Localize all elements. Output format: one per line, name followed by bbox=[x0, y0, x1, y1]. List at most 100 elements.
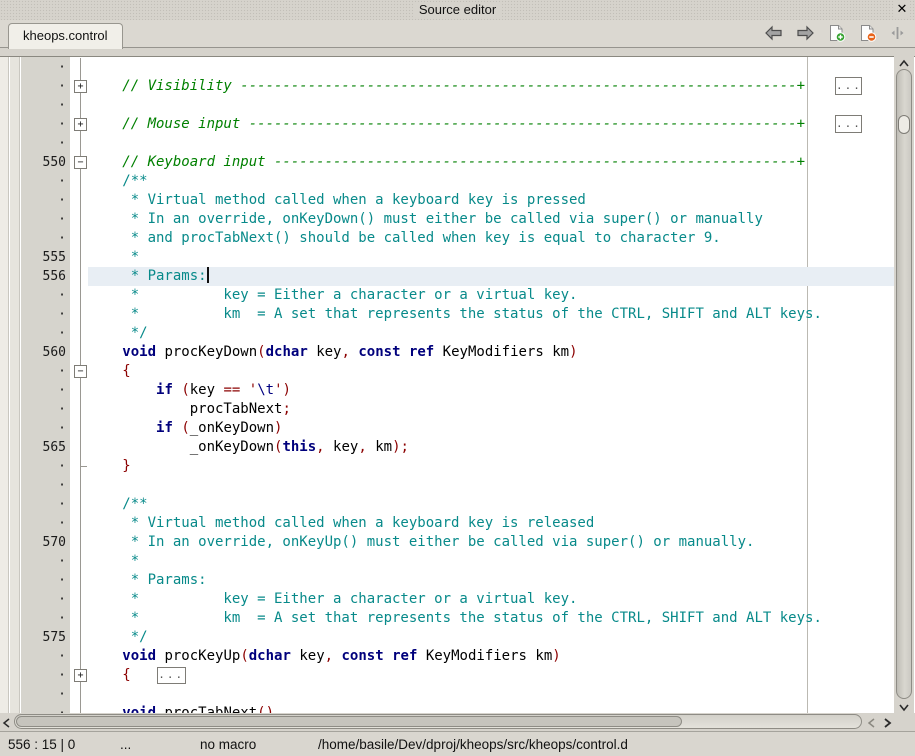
code-text[interactable]: */ bbox=[88, 324, 894, 343]
code-line[interactable]: · * key = Either a character or a virtua… bbox=[0, 286, 894, 305]
code-text[interactable]: procTabNext; bbox=[88, 400, 894, 419]
code-text[interactable]: /** bbox=[88, 495, 894, 514]
code-text[interactable] bbox=[88, 96, 894, 115]
code-text[interactable]: * Params: bbox=[88, 571, 894, 590]
code-line[interactable]: · */ bbox=[0, 324, 894, 343]
code-text[interactable]: * In an override, onKeyUp() must either … bbox=[88, 533, 894, 552]
vertical-scrollbar-thumb[interactable] bbox=[898, 115, 910, 134]
code-text[interactable]: _onKeyDown(this, key, km); bbox=[88, 438, 894, 457]
fold-marker[interactable]: + bbox=[74, 669, 87, 682]
collapsed-fold-box[interactable]: ... bbox=[835, 77, 862, 95]
code-line[interactable]: 575 */ bbox=[0, 628, 894, 647]
line-number: · bbox=[0, 457, 70, 476]
code-line[interactable]: · * Virtual method called when a keyboar… bbox=[0, 191, 894, 210]
code-text[interactable]: if (_onKeyDown) bbox=[88, 419, 894, 438]
code-text[interactable]: // Visibility --------------------------… bbox=[88, 77, 894, 96]
code-text[interactable]: /** bbox=[88, 172, 894, 191]
next-arrow-icon[interactable] bbox=[796, 25, 815, 46]
code-text[interactable]: * key = Either a character or a virtual … bbox=[88, 590, 894, 609]
code-line[interactable]: · void procKeyUp(dchar key, const ref Ke… bbox=[0, 647, 894, 666]
scroll-right-icon[interactable] bbox=[881, 716, 893, 728]
code-line[interactable]: · * key = Either a character or a virtua… bbox=[0, 590, 894, 609]
code-line[interactable]: · if (_onKeyDown) bbox=[0, 419, 894, 438]
code-text[interactable] bbox=[88, 476, 894, 495]
code-line[interactable]: · * km = A set that represents the statu… bbox=[0, 305, 894, 324]
code-line[interactable]: ·+ // Visibility -----------------------… bbox=[0, 77, 894, 96]
code-line[interactable]: · void procTabNext() bbox=[0, 704, 894, 713]
code-text[interactable]: * and procTabNext() should be called whe… bbox=[88, 229, 894, 248]
code-text[interactable]: void procKeyUp(dchar key, const ref KeyM… bbox=[88, 647, 894, 666]
code-text[interactable]: void procKeyDown(dchar key, const ref Ke… bbox=[88, 343, 894, 362]
code-line[interactable]: · procTabNext; bbox=[0, 400, 894, 419]
code-line[interactable]: · if (key == '\t') bbox=[0, 381, 894, 400]
collapsed-fold-box[interactable]: ... bbox=[835, 115, 862, 133]
code-text[interactable]: } bbox=[88, 457, 894, 476]
code-line[interactable]: · bbox=[0, 476, 894, 495]
fold-marker[interactable]: + bbox=[74, 80, 87, 93]
line-number: · bbox=[0, 381, 70, 400]
code-text[interactable] bbox=[88, 58, 894, 77]
vertical-scrollbar[interactable] bbox=[894, 56, 914, 713]
code-editor[interactable]: ··+ // Visibility ----------------------… bbox=[0, 56, 915, 713]
code-text[interactable] bbox=[88, 134, 894, 153]
code-line[interactable]: · * Virtual method called when a keyboar… bbox=[0, 514, 894, 533]
scroll-up-icon[interactable] bbox=[897, 57, 911, 69]
code-line[interactable]: 565 _onKeyDown(this, key, km); bbox=[0, 438, 894, 457]
vertical-scrollbar-track[interactable] bbox=[896, 69, 912, 699]
code-text[interactable] bbox=[88, 685, 894, 704]
code-line[interactable]: · bbox=[0, 58, 894, 77]
horizontal-scrollbar[interactable] bbox=[0, 713, 915, 731]
code-text[interactable]: * km = A set that represents the status … bbox=[88, 305, 894, 324]
code-text[interactable]: */ bbox=[88, 628, 894, 647]
code-text[interactable]: * In an override, onKeyDown() must eithe… bbox=[88, 210, 894, 229]
split-view-icon[interactable] bbox=[890, 25, 905, 46]
code-line[interactable]: 556 * Params: bbox=[0, 267, 894, 286]
code-line[interactable]: 570 * In an override, onKeyUp() must eit… bbox=[0, 533, 894, 552]
code-rows: ··+ // Visibility ----------------------… bbox=[0, 58, 894, 713]
code-text[interactable]: {... bbox=[88, 666, 894, 685]
code-text[interactable]: { bbox=[88, 362, 894, 381]
scroll-down-icon[interactable] bbox=[897, 700, 911, 712]
code-line[interactable]: 560 void procKeyDown(dchar key, const re… bbox=[0, 343, 894, 362]
code-line[interactable]: · * Params: bbox=[0, 571, 894, 590]
code-line[interactable]: · bbox=[0, 96, 894, 115]
code-text[interactable]: void procTabNext() bbox=[88, 704, 894, 713]
code-line[interactable]: · * km = A set that represents the statu… bbox=[0, 609, 894, 628]
code-line[interactable]: ·− { bbox=[0, 362, 894, 381]
horizontal-scrollbar-track[interactable] bbox=[14, 714, 862, 729]
collapsed-fold-box[interactable]: ... bbox=[157, 667, 186, 684]
code-line[interactable]: ·+ {... bbox=[0, 666, 894, 685]
code-text[interactable]: if (key == '\t') bbox=[88, 381, 894, 400]
fold-marker[interactable]: − bbox=[74, 156, 87, 169]
current-code-text[interactable]: * Params: bbox=[88, 267, 894, 286]
code-line[interactable]: · } bbox=[0, 457, 894, 476]
code-line[interactable]: 550− // Keyboard input -----------------… bbox=[0, 153, 894, 172]
code-line[interactable]: · bbox=[0, 685, 894, 704]
fold-marker[interactable]: + bbox=[74, 118, 87, 131]
close-icon[interactable]: ✕ bbox=[894, 1, 910, 17]
code-line[interactable]: · /** bbox=[0, 172, 894, 191]
horizontal-scrollbar-thumb[interactable] bbox=[16, 716, 682, 727]
code-line[interactable]: · * and procTabNext() should be called w… bbox=[0, 229, 894, 248]
code-text[interactable]: * bbox=[88, 552, 894, 571]
code-line[interactable]: 555 * bbox=[0, 248, 894, 267]
code-line[interactable]: · * In an override, onKeyDown() must eit… bbox=[0, 210, 894, 229]
fold-marker[interactable]: − bbox=[74, 365, 87, 378]
code-text[interactable]: * Virtual method called when a keyboard … bbox=[88, 514, 894, 533]
code-text[interactable]: * key = Either a character or a virtual … bbox=[88, 286, 894, 305]
new-document-icon[interactable] bbox=[828, 24, 846, 47]
code-text[interactable]: * Virtual method called when a keyboard … bbox=[88, 191, 894, 210]
code-text[interactable]: // Mouse input -------------------------… bbox=[88, 115, 894, 134]
scroll-left2-icon[interactable] bbox=[866, 716, 878, 728]
code-line[interactable]: · bbox=[0, 134, 894, 153]
code-line[interactable]: · * bbox=[0, 552, 894, 571]
close-document-icon[interactable] bbox=[859, 24, 877, 47]
previous-arrow-icon[interactable] bbox=[764, 25, 783, 46]
scroll-left-icon[interactable] bbox=[1, 716, 13, 728]
tab-kheops-control[interactable]: kheops.control bbox=[8, 23, 123, 49]
code-line[interactable]: ·+ // Mouse input ----------------------… bbox=[0, 115, 894, 134]
code-line[interactable]: · /** bbox=[0, 495, 894, 514]
code-text[interactable]: * km = A set that represents the status … bbox=[88, 609, 894, 628]
code-text[interactable]: // Keyboard input ----------------------… bbox=[88, 153, 894, 172]
code-text[interactable]: * bbox=[88, 248, 894, 267]
